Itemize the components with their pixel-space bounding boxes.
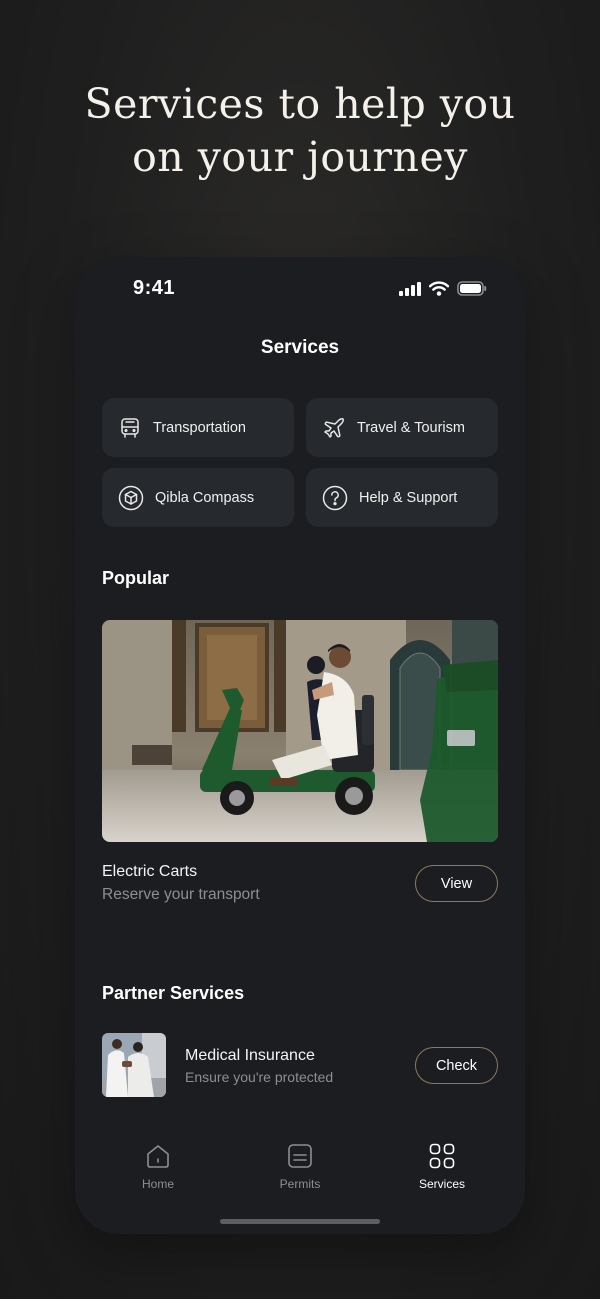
airplane-icon — [324, 417, 344, 438]
view-button[interactable]: View — [415, 865, 498, 902]
status-bar: 9:41 — [75, 257, 525, 317]
service-tile-transportation[interactable]: Transportation — [102, 398, 294, 457]
grid-icon — [429, 1143, 455, 1169]
permits-icon — [288, 1144, 312, 1168]
tab-label: Home — [141, 1177, 174, 1191]
service-tile-travel-tourism[interactable]: Travel & Tourism — [306, 398, 498, 457]
screen-title: Services — [260, 337, 340, 358]
headline-line-2: on your journey — [132, 133, 468, 181]
tab-services[interactable]: Services — [397, 1141, 487, 1191]
tab-permits[interactable]: Permits — [255, 1141, 345, 1191]
check-button[interactable]: Check — [415, 1047, 498, 1084]
signal-icon — [399, 281, 421, 296]
wifi-icon — [429, 281, 449, 296]
tab-bar: Home Permits Services — [75, 1141, 525, 1201]
medical-insurance-thumbnail — [102, 1033, 166, 1097]
question-icon — [322, 485, 348, 510]
service-tile-help-support[interactable]: Help & Support — [306, 468, 498, 527]
bus-icon — [121, 417, 139, 438]
popular-card-subtitle: Reserve your transport — [102, 886, 260, 903]
services-grid: Transportation Travel & Tourism Qibla Co… — [102, 398, 498, 527]
service-tile-qibla-compass[interactable]: Qibla Compass — [102, 468, 294, 527]
service-label: Help & Support — [359, 489, 458, 506]
headline-line-1: Services to help you — [84, 80, 516, 128]
battery-icon — [457, 281, 487, 296]
home-indicator[interactable] — [220, 1219, 380, 1224]
popular-section-title: Popular — [102, 568, 170, 588]
tab-label: Services — [418, 1177, 465, 1191]
service-label: Transportation — [153, 419, 246, 436]
phone-frame: 9:41 Services Transportation Travel & To… — [75, 257, 525, 1234]
electric-cart-image[interactable] — [102, 620, 498, 842]
tab-label: Permits — [279, 1177, 321, 1191]
service-label: Travel & Tourism — [357, 419, 465, 436]
partner-item-subtitle: Ensure you're protected — [185, 1069, 334, 1085]
status-time: 9:41 — [133, 277, 176, 299]
partner-section-title: Partner Services — [102, 983, 245, 1003]
home-icon — [147, 1145, 169, 1168]
headline: Services to help you on your journey — [0, 78, 600, 184]
kaaba-compass-icon — [118, 485, 144, 510]
status-icons — [399, 281, 487, 296]
service-label: Qibla Compass — [155, 489, 255, 506]
partner-item-title: Medical Insurance — [185, 1047, 315, 1064]
popular-card-title: Electric Carts — [102, 863, 198, 880]
tab-home[interactable]: Home — [113, 1141, 203, 1191]
